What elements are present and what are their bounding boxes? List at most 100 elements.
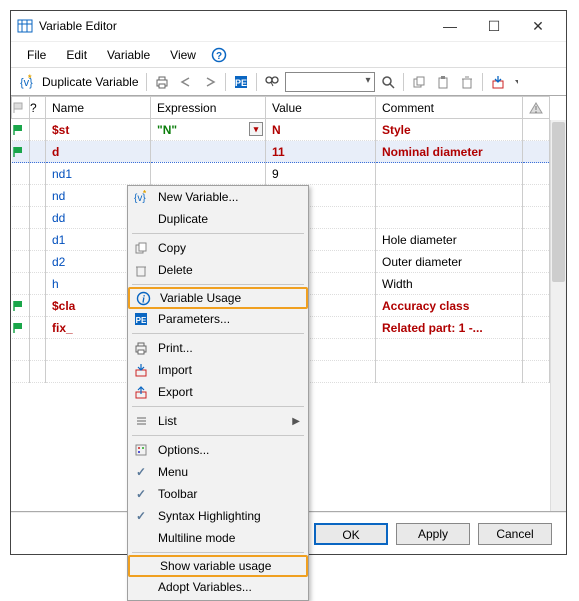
row-flag[interactable] <box>12 119 30 141</box>
menu-item-label: Duplicate <box>158 212 300 226</box>
check-icon: ✓ <box>132 464 150 480</box>
print-icon[interactable] <box>151 71 173 93</box>
import-dropdown-icon[interactable] <box>511 71 521 93</box>
list-icon <box>132 413 150 429</box>
menu-item-new-variable[interactable]: {v}*New Variable... <box>128 186 308 208</box>
cell-comment[interactable] <box>376 207 523 229</box>
cell-name[interactable]: $st <box>46 119 151 141</box>
header-comment[interactable]: Comment <box>376 97 523 119</box>
menu-edit[interactable]: Edit <box>58 46 95 64</box>
menu-item-menu[interactable]: ✓Menu <box>128 461 308 483</box>
menu-view[interactable]: View <box>162 46 204 64</box>
row-question <box>30 163 46 185</box>
svg-text:*: * <box>143 190 147 198</box>
cell-comment[interactable]: Style <box>376 119 523 141</box>
cell-comment[interactable]: Width <box>376 273 523 295</box>
menu-file[interactable]: File <box>19 46 54 64</box>
copy-icon <box>132 240 150 256</box>
menu-item-parameters[interactable]: PE Parameters... <box>128 308 308 330</box>
header-expression[interactable]: Expression <box>151 97 266 119</box>
table-row[interactable]: nd1 9 <box>12 163 550 185</box>
row-flag[interactable] <box>12 141 30 163</box>
check-icon: ✓ <box>132 508 150 524</box>
row-flag[interactable] <box>12 229 30 251</box>
cell-value[interactable]: 9 <box>266 163 376 185</box>
header-question[interactable]: ? <box>30 97 46 119</box>
menu-item-delete[interactable]: Delete <box>128 259 308 281</box>
cell-value[interactable]: N <box>266 119 376 141</box>
row-flag[interactable] <box>12 251 30 273</box>
parameters-icon[interactable]: PE <box>230 71 252 93</box>
menu-separator <box>132 233 304 234</box>
menu-item-syntax-highlighting[interactable]: ✓Syntax Highlighting <box>128 505 308 527</box>
row-flag[interactable] <box>12 273 30 295</box>
delete-icon[interactable] <box>456 71 478 93</box>
menu-item-label: New Variable... <box>158 190 300 204</box>
apply-button[interactable]: Apply <box>396 523 470 545</box>
menu-item-print[interactable]: Print... <box>128 337 308 359</box>
menu-item-duplicate[interactable]: Duplicate <box>128 208 308 230</box>
header-value[interactable]: Value <box>266 97 376 119</box>
cell-name[interactable]: nd1 <box>46 163 151 185</box>
row-question <box>30 251 46 273</box>
menu-item-show-variable-usage[interactable]: Show variable usage <box>128 555 308 577</box>
cell-comment[interactable]: Accuracy class <box>376 295 523 317</box>
cell-expression[interactable] <box>151 141 266 163</box>
undo-icon[interactable] <box>175 71 197 93</box>
cell-comment[interactable]: Nominal diameter <box>376 141 523 163</box>
info-icon: i <box>134 290 152 306</box>
menu-variable[interactable]: Variable <box>99 46 158 64</box>
menu-item-toolbar[interactable]: ✓Toolbar <box>128 483 308 505</box>
vertical-scrollbar[interactable] <box>550 120 566 511</box>
menu-item-options[interactable]: Options... <box>128 439 308 461</box>
params-icon: PE <box>132 311 150 327</box>
menu-item-copy[interactable]: Copy <box>128 237 308 259</box>
menu-separator <box>132 435 304 436</box>
new-variable-icon[interactable]: {v}* <box>15 71 37 93</box>
menu-item-multiline-mode[interactable]: Multiline mode <box>128 527 308 549</box>
help-icon[interactable]: ? <box>208 44 230 66</box>
cell-value[interactable]: 11 <box>266 141 376 163</box>
row-flag[interactable] <box>12 185 30 207</box>
menu-item-variable-usage[interactable]: iVariable Usage <box>128 287 308 309</box>
paste-icon[interactable] <box>432 71 454 93</box>
row-flag[interactable] <box>12 163 30 185</box>
close-button[interactable]: ✕ <box>516 12 560 40</box>
cell-comment[interactable]: Related part: 1 -... <box>376 317 523 339</box>
cell-comment[interactable]: Hole diameter <box>376 229 523 251</box>
cancel-button[interactable]: Cancel <box>478 523 552 545</box>
dropdown-icon[interactable]: ▾ <box>249 122 263 136</box>
menu-item-label: Parameters... <box>158 312 300 326</box>
copy-icon[interactable] <box>408 71 430 93</box>
table-row[interactable]: $st"N"▾NStyle <box>12 119 550 141</box>
row-question <box>30 229 46 251</box>
row-flag[interactable] <box>12 317 30 339</box>
table-row[interactable]: d 11Nominal diameter <box>12 141 550 163</box>
row-flag[interactable] <box>12 207 30 229</box>
header-name[interactable]: Name <box>46 97 151 119</box>
import-icon[interactable] <box>487 71 509 93</box>
cell-name[interactable]: d <box>46 141 151 163</box>
redo-icon[interactable] <box>199 71 221 93</box>
header-flag[interactable] <box>12 97 30 119</box>
menu-item-list[interactable]: List▶ <box>128 410 308 432</box>
menu-item-export[interactable]: Export <box>128 381 308 403</box>
search-icon[interactable] <box>377 71 399 93</box>
cell-expression[interactable] <box>151 163 266 185</box>
cell-comment[interactable] <box>376 163 523 185</box>
search-input[interactable] <box>285 72 375 92</box>
find-icon[interactable] <box>261 71 283 93</box>
minimize-button[interactable]: — <box>428 12 472 40</box>
row-question <box>30 317 46 339</box>
cell-comment[interactable] <box>376 185 523 207</box>
cell-expression[interactable]: "N"▾ <box>151 119 266 141</box>
menu-item-adopt-variables[interactable]: Adopt Variables... <box>128 576 308 598</box>
duplicate-variable-button[interactable]: Duplicate Variable <box>39 71 142 93</box>
ok-button[interactable]: OK <box>314 523 388 545</box>
row-question <box>30 141 46 163</box>
row-flag[interactable] <box>12 295 30 317</box>
maximize-button[interactable]: ☐ <box>472 12 516 40</box>
header-warning[interactable] <box>523 97 550 119</box>
cell-comment[interactable]: Outer diameter <box>376 251 523 273</box>
menu-item-import[interactable]: Import <box>128 359 308 381</box>
